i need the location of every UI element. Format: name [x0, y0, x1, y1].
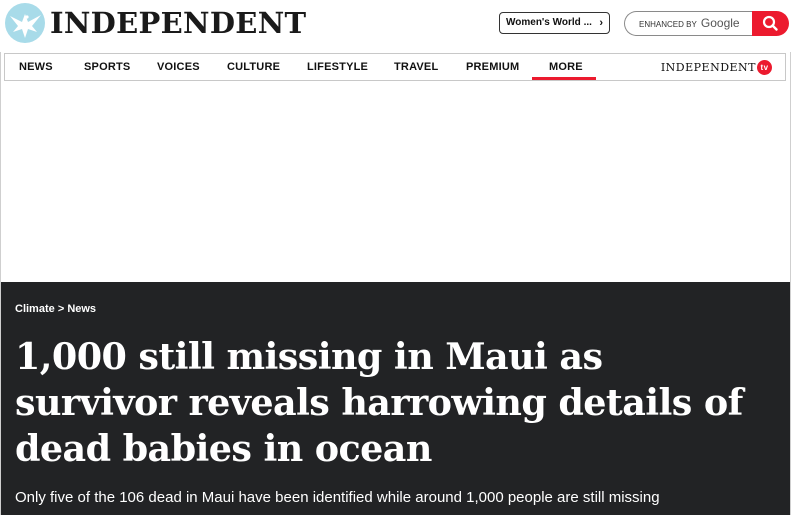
search-icon — [762, 15, 778, 31]
search-brand: Google — [700, 16, 740, 30]
nav-item-lifestyle[interactable]: LIFESTYLE — [307, 54, 368, 80]
promo-label: Women's World ... — [506, 17, 592, 28]
breadcrumb: Climate > News — [15, 303, 96, 315]
nav-active-underline — [532, 77, 596, 80]
breadcrumb-news[interactable]: News — [67, 303, 96, 315]
article-headline: 1,000 still missing in Maui as survivor … — [15, 335, 743, 470]
nav-item-news[interactable]: NEWS — [19, 54, 53, 80]
masthead: INDEPENDENT Women's World ... › ENHANCED… — [0, 0, 791, 52]
article-hero: Climate > News 1,000 still missing in Ma… — [1, 282, 790, 515]
eagle-logo-icon[interactable] — [4, 2, 46, 44]
search-button[interactable] — [752, 11, 789, 36]
breadcrumb-separator: > — [57, 303, 65, 315]
independent-tv-link[interactable]: INDEPENDENT tv — [661, 60, 772, 75]
nav-item-voices[interactable]: VOICES — [157, 54, 200, 80]
search-input[interactable]: ENHANCED BY Google — [624, 11, 754, 36]
article-standfirst: Only five of the 106 dead in Maui have b… — [15, 489, 660, 506]
breadcrumb-climate[interactable]: Climate — [15, 303, 55, 315]
nav-item-sports[interactable]: SPORTS — [84, 54, 130, 80]
nav-item-premium[interactable]: PREMIUM — [466, 54, 519, 80]
search-form: ENHANCED BY Google — [624, 11, 789, 36]
main-nav: NEWS SPORTS VOICES CULTURE LIFESTYLE TRA… — [4, 53, 786, 81]
chevron-right-icon: › — [599, 17, 603, 29]
tv-badge: tv — [757, 60, 772, 75]
ad-placeholder — [1, 82, 790, 282]
brand-wordmark[interactable]: INDEPENDENT — [50, 6, 306, 40]
tv-brand-label: INDEPENDENT — [660, 61, 756, 74]
promo-link-button[interactable]: Women's World ... › — [499, 12, 610, 34]
search-prefix: ENHANCED BY — [639, 20, 697, 29]
nav-item-travel[interactable]: TRAVEL — [394, 54, 438, 80]
nav-item-culture[interactable]: CULTURE — [227, 54, 280, 80]
